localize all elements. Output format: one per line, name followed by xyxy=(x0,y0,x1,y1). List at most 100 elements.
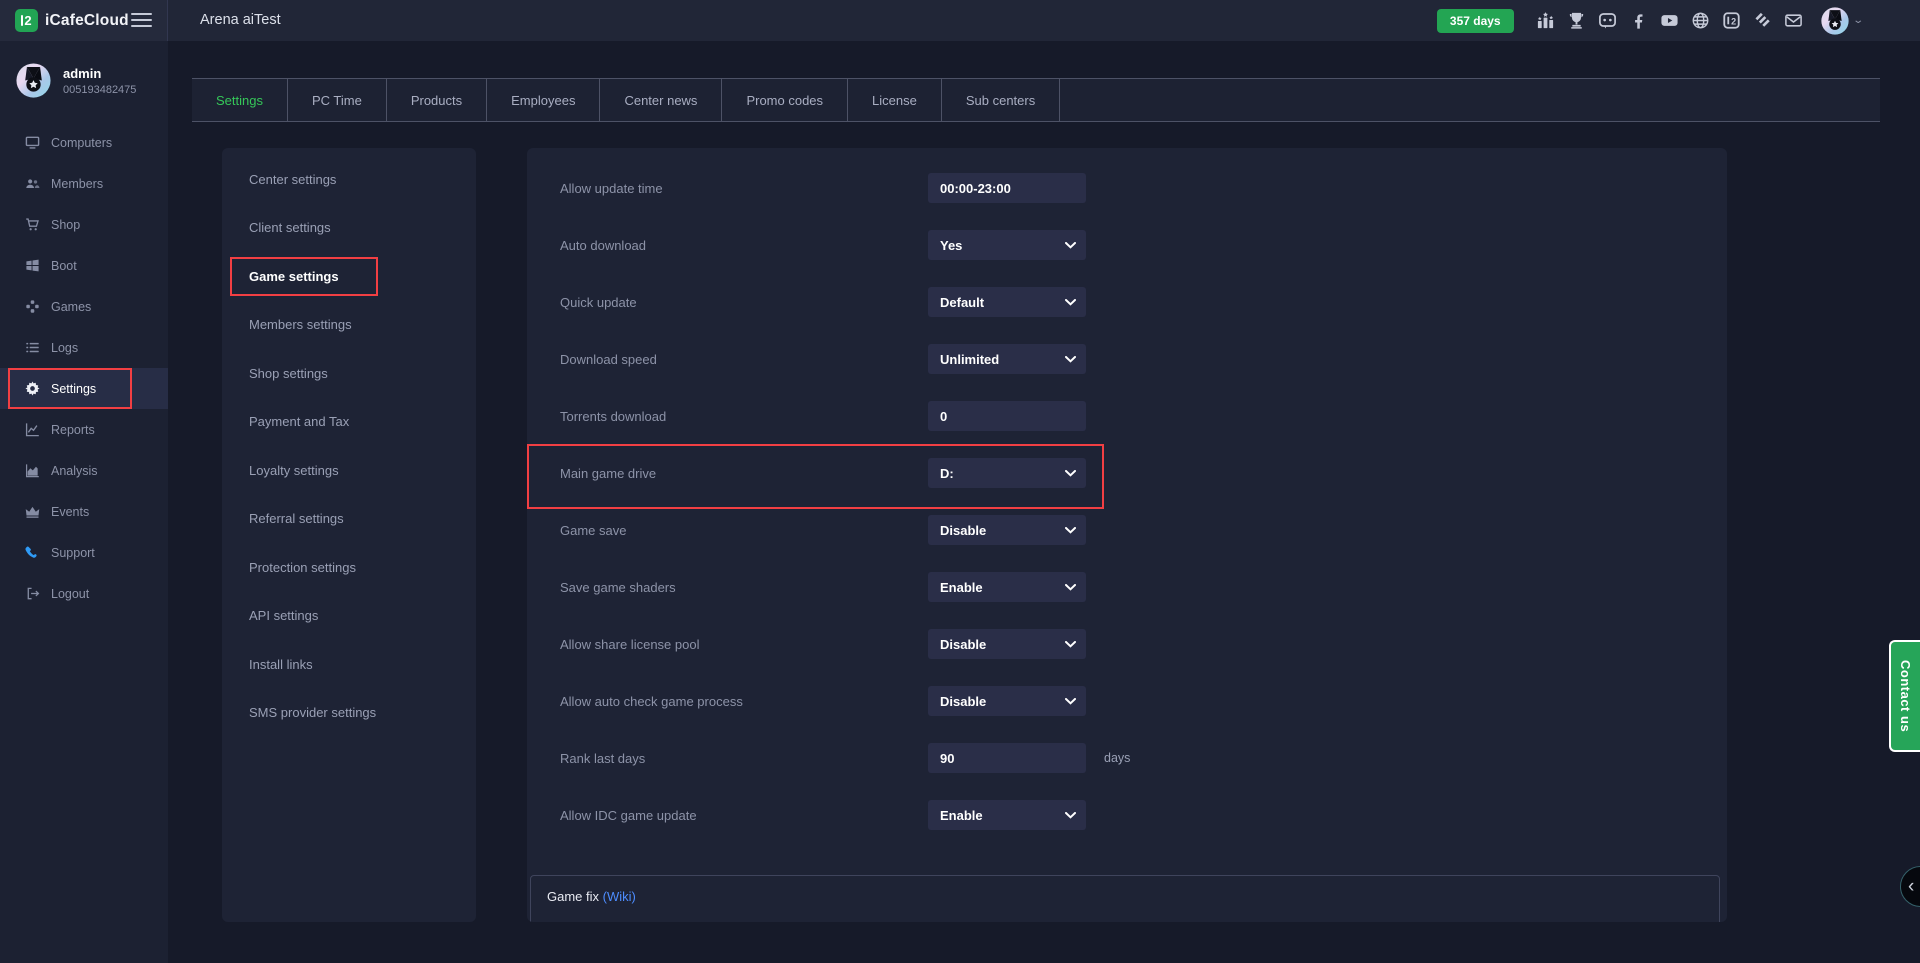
settings-menu-item-client-settings[interactable]: Client settings xyxy=(222,204,476,253)
settings-menu-item-payment-and-tax[interactable]: Payment and Tax xyxy=(222,398,476,447)
topbar: 2 iCafeCloud Arena aiTest 357 days 2 ⌄ xyxy=(0,0,1920,41)
svg-text:2: 2 xyxy=(1731,16,1736,26)
settings-menu-item-protection-settings[interactable]: Protection settings xyxy=(222,543,476,592)
tab-label: Promo codes xyxy=(746,92,824,108)
chevron-down-icon xyxy=(1065,298,1076,306)
select-dropdown[interactable]: D: xyxy=(928,458,1086,488)
text-input[interactable] xyxy=(928,743,1086,773)
tab-promo-codes[interactable]: Promo codes xyxy=(722,79,849,121)
youtube-icon[interactable] xyxy=(1660,11,1679,30)
sidebar-item-label: Settings xyxy=(51,381,97,396)
icafecloud-icon[interactable]: 2 xyxy=(1722,11,1741,30)
topbar-actions: 357 days 2 ⌄ xyxy=(1436,0,1864,41)
app-window: 2 iCafeCloud Arena aiTest 357 days 2 ⌄ a… xyxy=(0,0,1920,963)
sidebar-item-shop[interactable]: Shop xyxy=(0,204,168,245)
sidebar-item-boot[interactable]: Boot xyxy=(0,245,168,286)
sidebar-item-logout[interactable]: Logout xyxy=(0,573,168,614)
form-row-save-game-shaders: Save game shaders Enable xyxy=(560,572,1694,602)
text-input[interactable] xyxy=(928,401,1086,431)
sidebar-item-label: Events xyxy=(51,504,90,519)
tab-license[interactable]: License xyxy=(848,79,942,121)
contact-us-button[interactable]: Contact us xyxy=(1889,640,1920,752)
sidebar-item-support[interactable]: Support xyxy=(0,532,168,573)
wiki-link[interactable]: (Wiki) xyxy=(603,889,636,904)
sidebar-user-card[interactable]: admin 005193482475 xyxy=(0,41,168,98)
sidebar-item-logs[interactable]: Logs xyxy=(0,327,168,368)
tab-label: Center news xyxy=(624,92,698,108)
trophy-icon[interactable] xyxy=(1567,11,1586,30)
tab-employees[interactable]: Employees xyxy=(487,79,601,121)
sidebar-item-label: Games xyxy=(51,299,92,314)
discord-icon[interactable] xyxy=(1598,11,1617,30)
avatar xyxy=(1820,6,1849,35)
select-dropdown[interactable]: Disable xyxy=(928,629,1086,659)
field-label: Quick update xyxy=(560,294,637,310)
field-label: Auto download xyxy=(560,237,647,253)
sidebar-item-games[interactable]: Games xyxy=(0,286,168,327)
field-label: Allow auto check game process xyxy=(560,693,743,709)
chevron-down-icon xyxy=(1065,526,1076,534)
text-input[interactable] xyxy=(928,173,1086,203)
select-dropdown[interactable]: Yes xyxy=(928,230,1086,260)
chart-line-icon xyxy=(25,422,40,437)
tab-settings[interactable]: Settings xyxy=(192,79,288,121)
sidebar: admin 005193482475 Computers Members Sho… xyxy=(0,41,168,963)
settings-menu-item-label: API settings xyxy=(249,608,319,624)
settings-menu-item-center-settings[interactable]: Center settings xyxy=(222,155,476,204)
brand-logo[interactable]: 2 iCafeCloud xyxy=(15,9,129,32)
tab-label: Sub centers xyxy=(965,92,1036,108)
tab-products[interactable]: Products xyxy=(387,79,488,121)
select-dropdown[interactable]: Default xyxy=(928,287,1086,317)
user-menu[interactable]: ⌄ xyxy=(1820,6,1864,35)
select-value: Default xyxy=(940,294,985,310)
tab-sub-centers[interactable]: Sub centers xyxy=(942,79,1061,121)
settings-menu-item-install-links[interactable]: Install links xyxy=(222,640,476,689)
chart-area-icon xyxy=(25,463,40,478)
mail-icon[interactable] xyxy=(1784,11,1803,30)
sidebar-item-computers[interactable]: Computers xyxy=(0,122,168,163)
form-row-quick-update: Quick update Default xyxy=(560,287,1694,317)
sidebar-item-label: Shop xyxy=(51,217,81,232)
hamburger-menu-icon[interactable] xyxy=(131,13,152,27)
sidebar-item-label: Support xyxy=(51,545,95,560)
chevron-down-icon: ⌄ xyxy=(1851,15,1864,26)
select-dropdown[interactable]: Enable xyxy=(928,572,1086,602)
settings-menu-item-sms-provider-settings[interactable]: SMS provider settings xyxy=(222,689,476,738)
select-dropdown[interactable]: Enable xyxy=(928,800,1086,830)
icafecloud-logo-icon: 2 xyxy=(15,9,38,32)
settings-menu-item-label: SMS provider settings xyxy=(249,705,377,721)
sidebar-item-events[interactable]: Events xyxy=(0,491,168,532)
select-dropdown[interactable]: Disable xyxy=(928,686,1086,716)
field-label: Allow update time xyxy=(560,180,663,196)
tab-pc-time[interactable]: PC Time xyxy=(288,79,387,121)
select-dropdown[interactable]: Disable xyxy=(928,515,1086,545)
logs-icon xyxy=(25,340,40,355)
sidebar-item-members[interactable]: Members xyxy=(0,163,168,204)
settings-menu-item-shop-settings[interactable]: Shop settings xyxy=(222,349,476,398)
select-value: Enable xyxy=(940,807,983,823)
sidebar-item-analysis[interactable]: Analysis xyxy=(0,450,168,491)
settings-menu-item-members-settings[interactable]: Members settings xyxy=(222,301,476,350)
sidebar-item-reports[interactable]: Reports xyxy=(0,409,168,450)
tab-label: Settings xyxy=(216,92,263,108)
sidebar-item-settings[interactable]: Settings xyxy=(0,368,168,409)
collapse-panel-button[interactable]: ‹ xyxy=(1900,866,1920,907)
settings-menu-item-loyalty-settings[interactable]: Loyalty settings xyxy=(222,446,476,495)
sidebar-item-label: Computers xyxy=(51,135,113,150)
avatar xyxy=(16,63,51,98)
game-settings-form: Allow update time Auto download Yes Quic… xyxy=(527,148,1727,922)
form-row-allow-share-license-pool: Allow share license pool Disable xyxy=(560,629,1694,659)
facebook-icon[interactable] xyxy=(1629,11,1648,30)
windows-icon xyxy=(25,258,40,273)
settings-menu-item-game-settings[interactable]: Game settings xyxy=(222,252,476,301)
ranking-icon[interactable] xyxy=(1536,11,1555,30)
license-days-badge[interactable]: 357 days xyxy=(1436,8,1514,33)
layers-icon[interactable] xyxy=(1753,11,1772,30)
globe-icon[interactable] xyxy=(1691,11,1710,30)
sidebar-item-label: Boot xyxy=(51,258,77,273)
select-dropdown[interactable]: Unlimited xyxy=(928,344,1086,374)
tab-center-news[interactable]: Center news xyxy=(600,79,723,121)
settings-menu-item-referral-settings[interactable]: Referral settings xyxy=(222,495,476,544)
settings-menu-item-api-settings[interactable]: API settings xyxy=(222,592,476,641)
field-label: Torrents download xyxy=(560,408,667,424)
